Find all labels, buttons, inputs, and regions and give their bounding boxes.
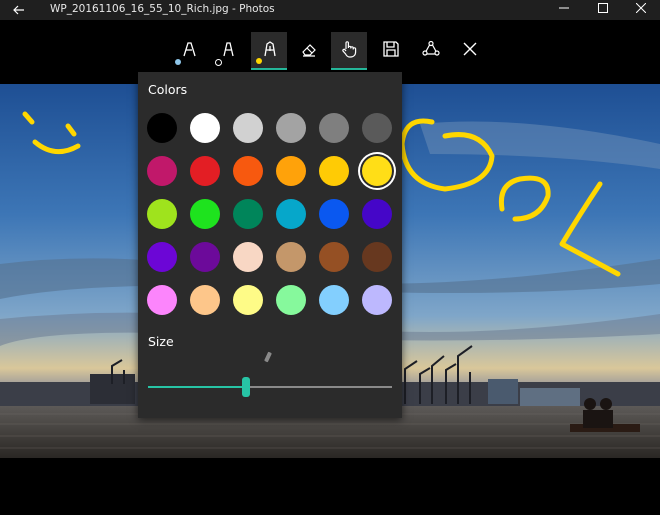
color-swatch[interactable]	[190, 156, 220, 186]
pencil-button[interactable]	[210, 32, 246, 70]
save-icon	[383, 41, 399, 57]
color-swatch[interactable]	[190, 113, 220, 143]
color-swatch[interactable]	[362, 285, 392, 315]
bottom-bar	[0, 458, 660, 515]
color-swatch[interactable]	[233, 113, 263, 143]
color-swatch[interactable]	[147, 242, 177, 272]
eraser-icon	[302, 44, 316, 57]
color-swatch[interactable]	[319, 199, 349, 229]
maximize-button[interactable]	[584, 0, 622, 20]
color-swatch[interactable]	[276, 285, 306, 315]
color-swatch[interactable]	[362, 156, 392, 186]
color-swatch[interactable]	[147, 285, 177, 315]
color-swatch[interactable]	[319, 285, 349, 315]
size-slider-fill	[148, 386, 246, 388]
color-swatch[interactable]	[147, 199, 177, 229]
touch-writing-icon	[342, 41, 357, 58]
calligraphy-pen-icon	[264, 41, 276, 57]
save-button[interactable]	[373, 32, 409, 70]
color-swatch[interactable]	[362, 242, 392, 272]
ballpoint-pen-button[interactable]	[171, 32, 207, 70]
color-swatch[interactable]	[190, 242, 220, 272]
close-icon	[463, 42, 477, 56]
color-indicator-dot	[175, 59, 181, 65]
color-swatch[interactable]	[190, 285, 220, 315]
window-title: WP_20161106_16_55_10_Rich.jpg - Photos	[50, 3, 275, 15]
size-slider-thumb[interactable]	[241, 377, 250, 397]
color-swatch[interactable]	[190, 199, 220, 229]
close-window-button[interactable]	[622, 0, 660, 20]
color-swatch[interactable]	[362, 113, 392, 143]
colors-label: Colors	[148, 82, 188, 97]
back-button[interactable]	[8, 1, 30, 19]
active-underline	[331, 68, 367, 70]
color-swatch[interactable]	[319, 113, 349, 143]
color-indicator-dot	[215, 59, 222, 66]
color-swatch[interactable]	[276, 156, 306, 186]
maximize-icon	[598, 3, 608, 13]
title-bar: WP_20161106_16_55_10_Rich.jpg - Photos	[0, 0, 660, 20]
color-swatch[interactable]	[319, 156, 349, 186]
size-label: Size	[148, 334, 174, 349]
eraser-button[interactable]	[291, 32, 327, 70]
color-swatch[interactable]	[147, 156, 177, 186]
touch-writing-button[interactable]	[331, 32, 367, 70]
pen-settings-panel: Colors Size	[138, 72, 402, 418]
color-swatch[interactable]	[276, 113, 306, 143]
color-swatch[interactable]	[233, 285, 263, 315]
share-icon	[422, 40, 440, 56]
pencil-icon	[223, 42, 234, 57]
color-swatch[interactable]	[276, 242, 306, 272]
color-swatch[interactable]	[147, 113, 177, 143]
close-icon	[635, 2, 647, 14]
color-indicator-dot	[256, 58, 262, 64]
size-slider[interactable]	[148, 377, 392, 397]
color-swatch[interactable]	[233, 199, 263, 229]
active-underline	[251, 68, 287, 70]
color-swatch[interactable]	[233, 242, 263, 272]
minimize-button[interactable]	[545, 0, 583, 20]
share-button[interactable]	[413, 32, 449, 70]
minimize-icon	[559, 7, 569, 9]
color-swatch[interactable]	[362, 199, 392, 229]
calligraphy-pen-button[interactable]	[251, 32, 287, 70]
size-preview-stroke	[264, 351, 272, 363]
ballpoint-pen-icon	[183, 42, 196, 57]
color-swatch[interactable]	[319, 242, 349, 272]
color-swatch[interactable]	[276, 199, 306, 229]
color-swatch[interactable]	[233, 156, 263, 186]
close-ink-button[interactable]	[452, 32, 488, 70]
arrow-left-icon	[13, 5, 24, 15]
